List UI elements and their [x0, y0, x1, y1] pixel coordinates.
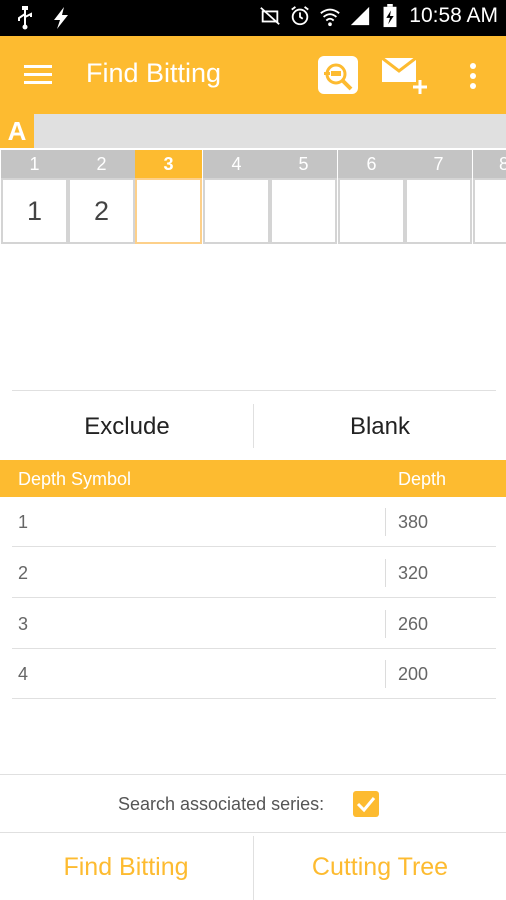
- depth-cell: 380: [398, 512, 429, 532]
- cut-position-cell[interactable]: [270, 178, 337, 244]
- find-key-button[interactable]: [318, 56, 358, 94]
- divider: [385, 610, 386, 638]
- divider: [385, 660, 386, 688]
- key-label: A: [0, 114, 34, 148]
- add-mail-button[interactable]: [380, 54, 430, 96]
- depth-cell: 320: [398, 563, 429, 583]
- cut-position-cell[interactable]: [338, 178, 405, 244]
- status-left: [14, 6, 72, 30]
- depth-cell: 260: [398, 614, 429, 634]
- more-options-button[interactable]: [464, 60, 482, 94]
- cut-position-cell[interactable]: [473, 178, 506, 244]
- cut-position-cell[interactable]: [405, 178, 472, 244]
- app-title: Find Bitting: [86, 58, 222, 88]
- alarm-icon: [291, 6, 310, 26]
- status-right: 10:58 AM: [259, 4, 498, 28]
- cut-position-cell[interactable]: 1: [1, 178, 68, 244]
- wifi-icon: [320, 8, 341, 27]
- divider: [253, 404, 254, 448]
- cut-position-cell[interactable]: [135, 178, 202, 244]
- cut-position-header: 5: [270, 150, 337, 178]
- status-time: 10:58 AM: [409, 4, 498, 27]
- cut-position-header: 3: [135, 150, 202, 178]
- search-associated-checkbox[interactable]: [353, 791, 379, 817]
- mute-icon: [260, 7, 281, 25]
- cut-position-header: 4: [203, 150, 270, 178]
- checkmark-icon: [356, 797, 376, 813]
- app-bar: Find Bitting: [0, 36, 506, 114]
- depth-symbol-cell: 3: [18, 614, 29, 634]
- divider: [385, 559, 386, 587]
- cut-position-header: 2: [68, 150, 135, 178]
- menu-button[interactable]: [22, 62, 56, 88]
- exclude-button[interactable]: Exclude: [7, 402, 247, 452]
- cutting-tree-button[interactable]: Cutting Tree: [254, 836, 506, 898]
- cut-position-header: 6: [338, 150, 405, 178]
- cut-position-cell[interactable]: 2: [68, 178, 135, 244]
- blank-button[interactable]: Blank: [260, 402, 500, 452]
- cut-position-header: 7: [405, 150, 472, 178]
- depth-symbol-cell: 2: [18, 563, 29, 583]
- find-key-icon: [324, 63, 353, 91]
- table-row[interactable]: 2 320: [12, 548, 496, 598]
- charging-bolt-icon: [54, 7, 68, 29]
- add-mail-icon: [381, 56, 427, 94]
- depth-symbol-cell: 4: [18, 664, 29, 684]
- cut-position-cell[interactable]: [203, 178, 270, 244]
- divider: [12, 390, 496, 391]
- more-vert-icon: [470, 63, 476, 89]
- depth-cell: 200: [398, 664, 429, 684]
- battery-icon: [383, 4, 397, 28]
- divider: [385, 508, 386, 536]
- cut-position-header: 1: [1, 150, 68, 178]
- status-bar: 10:58 AM: [0, 0, 506, 36]
- search-associated-label: Search associated series:: [118, 794, 325, 814]
- usb-icon: [18, 6, 32, 30]
- table-row[interactable]: 3 260: [12, 599, 496, 649]
- signal-icon: [351, 6, 370, 26]
- cut-position-header: 8: [473, 150, 506, 178]
- depth-symbol-cell: 1: [18, 512, 29, 532]
- key-row: A: [0, 114, 506, 148]
- depth-table-header: Depth Symbol Depth: [0, 460, 506, 497]
- divider: [0, 774, 506, 775]
- search-associated-row: Search associated series:: [0, 788, 506, 820]
- table-row[interactable]: 1 380: [12, 497, 496, 547]
- depth-column-header: Depth: [398, 469, 447, 489]
- divider: [0, 832, 506, 833]
- table-row[interactable]: 4 200: [12, 649, 496, 699]
- depth-symbol-column-header: Depth Symbol: [18, 469, 132, 489]
- find-bitting-button[interactable]: Find Bitting: [0, 836, 252, 898]
